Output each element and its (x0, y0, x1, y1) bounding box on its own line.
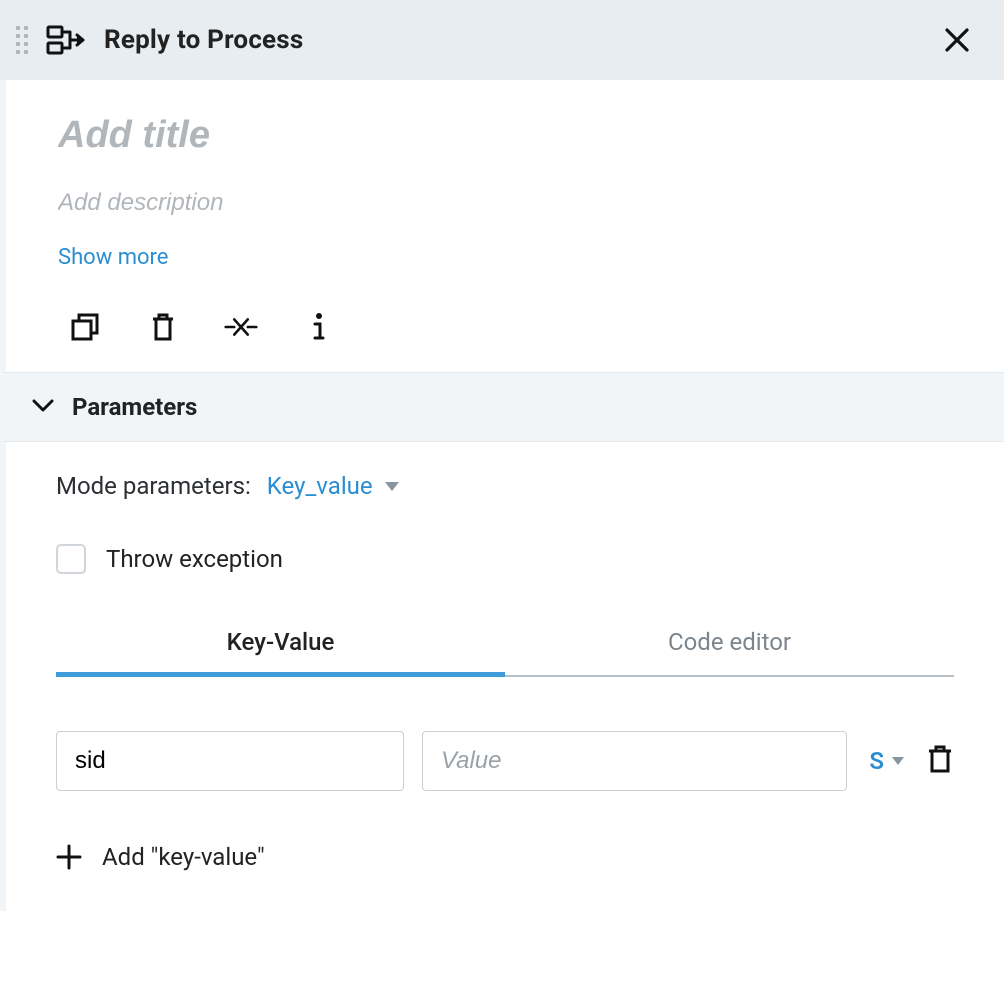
close-button[interactable] (938, 21, 976, 59)
throw-exception-label: Throw exception (106, 545, 283, 573)
title-input[interactable] (58, 114, 952, 157)
kv-delete-button[interactable] (926, 743, 954, 779)
chevron-down-icon[interactable] (32, 398, 54, 417)
params-tabs: Key-Value Code editor (56, 614, 954, 677)
mode-parameters-select[interactable]: Key_value (267, 472, 399, 500)
add-key-value-button[interactable]: Add "key-value" (56, 843, 954, 871)
cut-link-icon[interactable] (224, 310, 258, 344)
delete-icon[interactable] (146, 310, 180, 344)
dropdown-caret-icon (892, 757, 904, 765)
throw-exception-checkbox[interactable] (56, 544, 86, 574)
reply-to-process-panel: Reply to Process Show more (0, 0, 1004, 990)
key-value-row: S (56, 731, 954, 791)
drag-handle-icon[interactable] (16, 26, 28, 54)
parameters-content: Mode parameters: Key_value Throw excepti… (0, 442, 1004, 911)
reply-process-icon (46, 25, 86, 55)
action-toolbar (58, 310, 952, 344)
dropdown-caret-icon (385, 482, 399, 491)
panel-header: Reply to Process (0, 0, 1004, 80)
tab-code-editor[interactable]: Code editor (505, 614, 954, 677)
show-more-link[interactable]: Show more (58, 245, 168, 270)
panel-title: Reply to Process (104, 25, 920, 55)
copy-icon[interactable] (68, 310, 102, 344)
plus-icon (56, 844, 82, 870)
mode-parameters-label: Mode parameters: (56, 472, 251, 500)
panel-body: Show more (0, 80, 1004, 372)
mode-parameters-row: Mode parameters: Key_value (56, 472, 954, 500)
kv-value-input[interactable] (422, 731, 847, 791)
throw-exception-row: Throw exception (56, 544, 954, 574)
kv-type-select[interactable]: S (865, 747, 908, 775)
add-key-value-label: Add "key-value" (102, 843, 265, 871)
tab-key-value[interactable]: Key-Value (56, 614, 505, 677)
parameters-section-header[interactable]: Parameters (0, 372, 1004, 442)
kv-key-input[interactable] (56, 731, 404, 791)
description-input[interactable] (58, 189, 952, 217)
kv-type-value: S (869, 747, 884, 775)
parameters-label: Parameters (72, 393, 197, 421)
mode-parameters-value: Key_value (267, 472, 373, 500)
info-icon[interactable] (302, 310, 336, 344)
